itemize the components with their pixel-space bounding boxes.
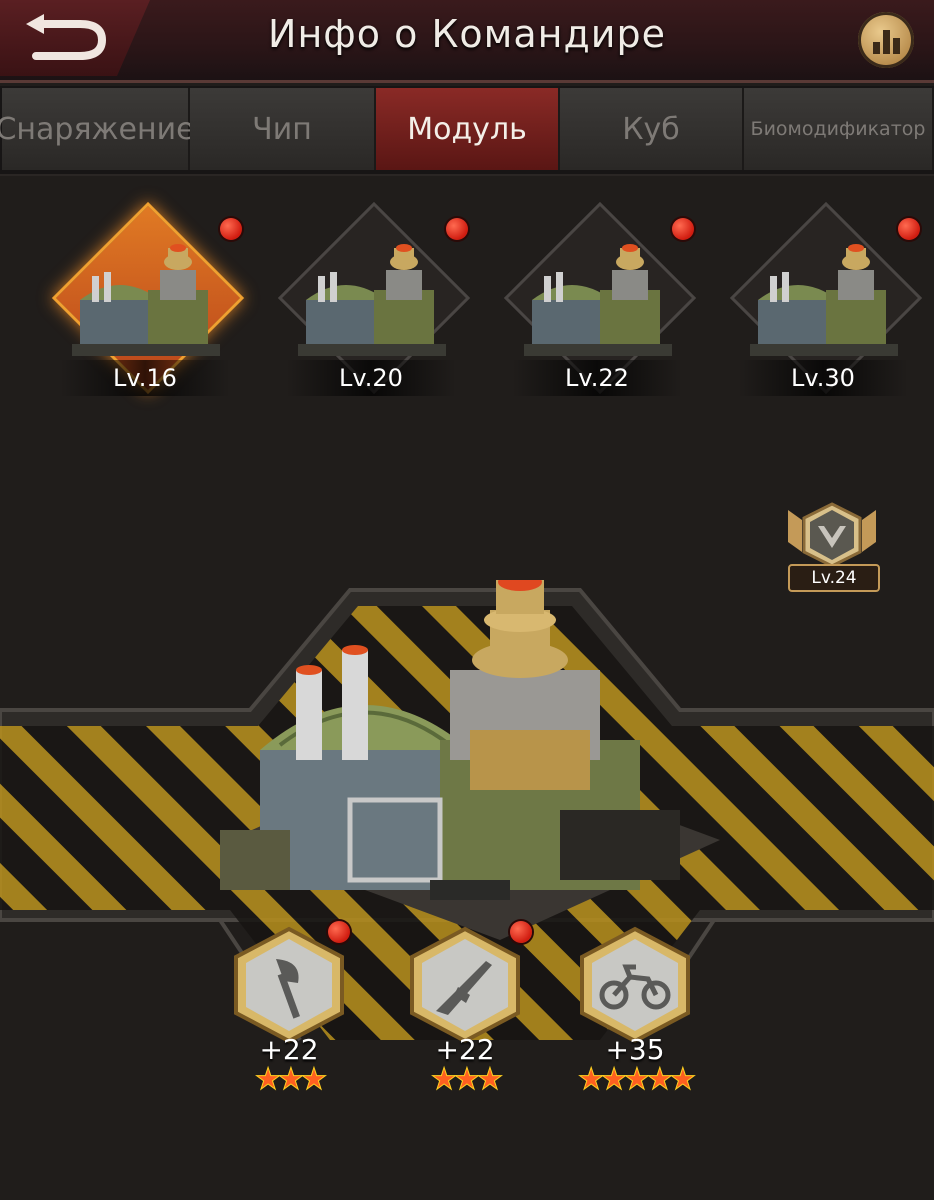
skill-medal-3[interactable]: +35 ★★★★★ <box>570 925 700 1105</box>
module-item-2[interactable]: Lv.20 <box>276 201 471 408</box>
module-level: Lv.30 <box>738 360 908 396</box>
notification-dot <box>672 218 694 240</box>
module-item-4[interactable]: Lv.30 <box>728 201 923 408</box>
module-level: Lv.16 <box>60 360 230 396</box>
page-title: Инфо о Командире <box>268 12 666 56</box>
motorcycle-icon <box>580 926 690 1044</box>
factory-icon <box>750 244 898 356</box>
module-item-3[interactable]: Lv.22 <box>502 201 697 408</box>
skill-medal-2[interactable]: +22 ★★★ <box>400 921 532 1105</box>
factory-icon <box>72 244 220 356</box>
rank-badge[interactable]: Lv.24 <box>782 502 882 592</box>
factory-icon <box>524 244 672 356</box>
tab-bar: Снаряжение Чип Модуль Куб Биомодификатор <box>0 86 934 176</box>
stats-button[interactable] <box>858 12 914 68</box>
notification-dot <box>510 921 532 943</box>
tab-equipment[interactable]: Снаряжение <box>0 88 195 170</box>
module-level: Lv.20 <box>286 360 456 396</box>
tab-biomodifier[interactable]: Биомодификатор <box>744 88 934 170</box>
star-rating: ★★★ <box>254 1062 328 1097</box>
factory-icon <box>298 244 446 356</box>
star-rating: ★★★★★ <box>577 1062 696 1097</box>
notification-dot <box>328 921 350 943</box>
skill-medal-1[interactable]: +22 ★★★ <box>224 921 354 1105</box>
notification-dot <box>446 218 468 240</box>
notification-dot <box>220 218 242 240</box>
tab-module[interactable]: Модуль <box>376 88 560 170</box>
notification-dot <box>898 218 920 240</box>
star-rating: ★★★ <box>430 1062 504 1097</box>
rifle-icon <box>410 926 520 1044</box>
tab-chip[interactable]: Чип <box>190 88 376 170</box>
axe-icon <box>234 926 344 1044</box>
rank-chevron-icon <box>788 502 876 568</box>
tab-cube[interactable]: Куб <box>560 88 744 170</box>
module-level: Lv.22 <box>512 360 682 396</box>
module-item-1[interactable]: Lv.16 <box>50 201 245 408</box>
header-bar: Инфо о Командире <box>0 0 934 83</box>
module-list: Lv.16 Lv.20 Lv.22 Lv.30 <box>0 178 934 428</box>
